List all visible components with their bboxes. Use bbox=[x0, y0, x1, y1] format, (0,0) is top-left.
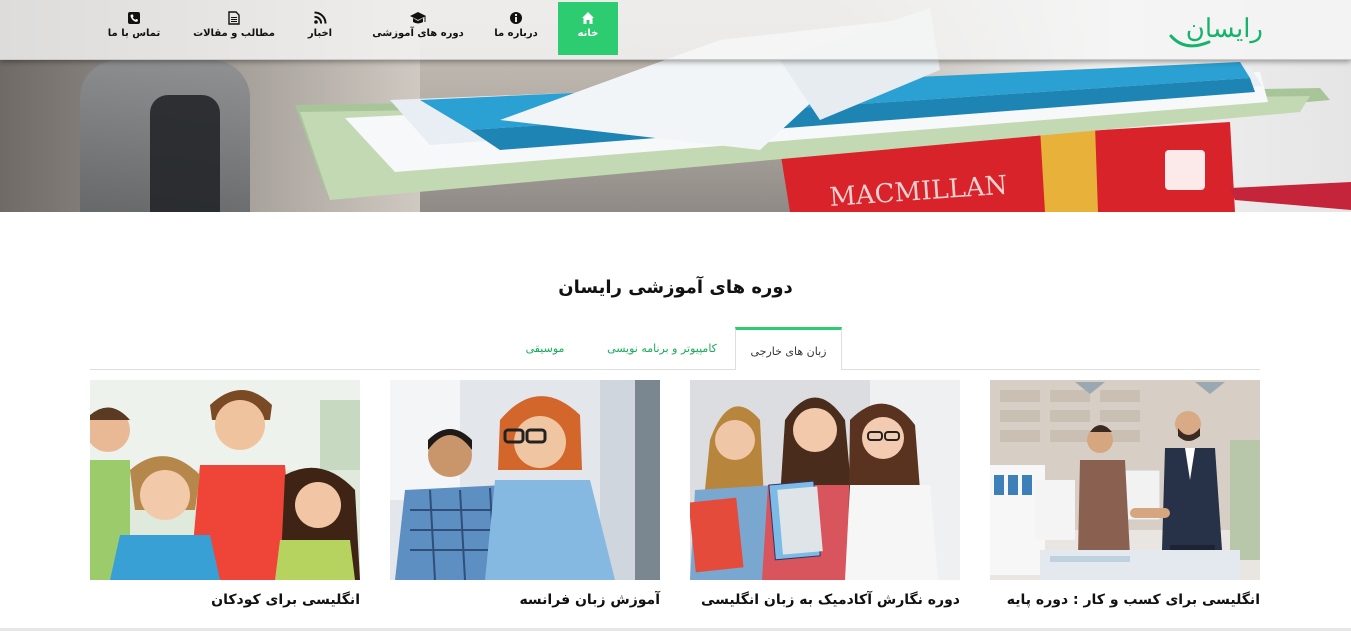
home-icon bbox=[582, 12, 594, 24]
graduation-cap-icon bbox=[410, 12, 426, 24]
nav-contact[interactable]: تماس با ما bbox=[86, 2, 182, 55]
section-title: دوره های آموزشی رایسان bbox=[558, 277, 793, 298]
nav-courses[interactable]: دوره های آموزشی bbox=[366, 2, 470, 55]
nav-home-label: خانه bbox=[577, 28, 599, 39]
tab-music[interactable]: موسیقی bbox=[515, 327, 575, 370]
site-logo[interactable]: رایسان bbox=[1167, 12, 1264, 52]
phone-icon bbox=[128, 12, 140, 24]
nav-about-label: درباره ما bbox=[494, 28, 538, 39]
nav-courses-label: دوره های آموزشی bbox=[372, 28, 464, 39]
tab-computer-programming[interactable]: کامپیوتر و برنامه نویسی bbox=[592, 327, 732, 370]
nav-about[interactable]: درباره ما bbox=[468, 2, 564, 55]
course-card[interactable]: انگلیسی برای کودکان bbox=[90, 380, 360, 608]
course-card[interactable]: انگلیسی برای کسب و کار : دوره پایه bbox=[990, 380, 1260, 608]
course-title[interactable]: آموزش زبان فرانسه bbox=[519, 592, 660, 608]
logo-swoosh-icon bbox=[1169, 34, 1211, 48]
rss-icon bbox=[314, 11, 327, 24]
course-image-business[interactable] bbox=[990, 380, 1260, 580]
nav-contact-label: تماس با ما bbox=[107, 28, 161, 39]
document-icon bbox=[228, 11, 240, 25]
info-icon bbox=[510, 12, 522, 24]
course-title[interactable]: انگلیسی برای کسب و کار : دوره پایه bbox=[1007, 592, 1260, 608]
course-image-kids[interactable] bbox=[90, 380, 360, 580]
tab-foreign-languages[interactable]: زبان های خارجی bbox=[735, 327, 842, 370]
course-title[interactable]: دوره نگارش آکادمیک به زبان انگلیسی bbox=[701, 592, 960, 608]
course-image-academic-writing[interactable] bbox=[690, 380, 960, 580]
course-title[interactable]: انگلیسی برای کودکان bbox=[211, 592, 360, 608]
course-image-french[interactable] bbox=[390, 380, 660, 580]
course-card[interactable]: دوره نگارش آکادمیک به زبان انگلیسی bbox=[690, 380, 960, 608]
nav-home[interactable]: خانه bbox=[558, 2, 618, 55]
nav-articles-label: مطالب و مقالات bbox=[193, 28, 275, 39]
nav-news-label: اخبار bbox=[307, 28, 333, 39]
top-navigation-bar: رایسان خانه درباره ما دوره های آموزشی اخ… bbox=[0, 0, 1351, 60]
nav-news[interactable]: اخبار bbox=[272, 2, 368, 55]
nav-articles[interactable]: مطالب و مقالات bbox=[186, 2, 282, 55]
course-card[interactable]: آموزش زبان فرانسه bbox=[390, 380, 660, 608]
